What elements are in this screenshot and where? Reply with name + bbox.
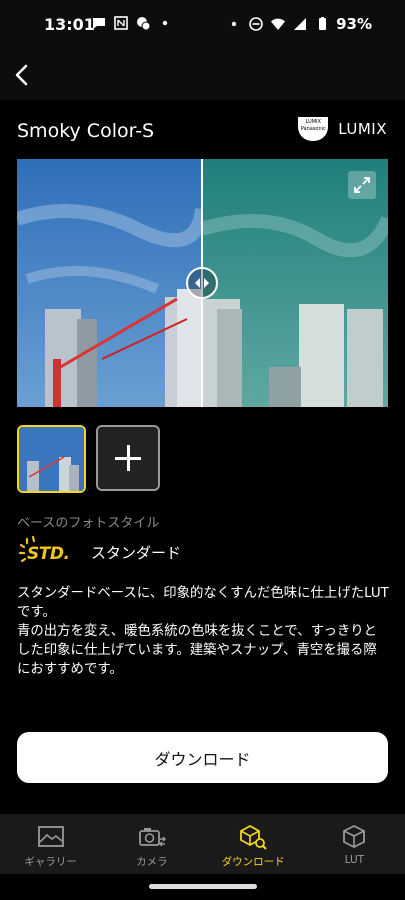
wifi-icon (271, 18, 286, 30)
page-title: Smoky Color-S (17, 120, 155, 142)
download-button[interactable]: ダウンロード (17, 732, 388, 783)
fullscreen-arrows (354, 177, 370, 193)
dot-icon (231, 21, 237, 27)
app-header (0, 50, 405, 100)
base-style-name: スタンダード (91, 543, 182, 562)
system-icons: 93% (226, 15, 372, 33)
battery-percent: 93% (336, 15, 372, 33)
nav-camera-label: カメラ (136, 856, 168, 868)
before-after-preview[interactable] (17, 159, 388, 407)
compare-slider-handle[interactable] (186, 267, 218, 299)
chevron-left-icon[interactable] (10, 62, 36, 88)
base-style-row: STD. スタンダード (17, 534, 181, 570)
lut-cube-icon (343, 824, 366, 849)
add-photo-button[interactable] (96, 425, 160, 491)
left-right-arrows-icon (195, 278, 209, 288)
nav-gallery-label: ギャラリー (24, 856, 77, 868)
expand-icon[interactable] (348, 171, 376, 199)
lumix-logo: LUMIX Panasonic (298, 117, 329, 141)
nav-download-label: ダウンロード (221, 856, 285, 868)
thumbnail-image (19, 427, 84, 491)
home-gesture-bar[interactable] (149, 884, 257, 889)
gallery-icon (37, 826, 64, 847)
nav-download[interactable]: ダウンロード (203, 814, 304, 874)
notification-icons (91, 15, 173, 31)
bottom-navigation: ギャラリー カメラ ダウンロード LUT (0, 814, 405, 874)
std-style-icon: STD. (17, 535, 75, 569)
download-search-icon (240, 824, 267, 850)
nav-camera[interactable]: カメラ (101, 814, 202, 874)
brand-badge-bottom: Panasonic (300, 126, 326, 132)
gesture-area (0, 874, 405, 900)
do-not-disturb-icon (249, 17, 263, 31)
brand-name: LUMIX (338, 120, 387, 138)
style-title-row: Smoky Color-S LUMIX Panasonic LUMIX (0, 112, 405, 150)
battery-icon (319, 17, 327, 30)
photo-thumbnails (17, 425, 160, 493)
nav-lut[interactable]: LUT (304, 814, 405, 874)
description-line-1: スタンダードベースに、印象的なくすんだ色味に仕上げたLUTです。 (17, 586, 389, 620)
status-bar: 13:01 93% (0, 0, 405, 50)
dot-icon (162, 20, 168, 26)
signal-icon (294, 18, 307, 30)
status-time: 13:01 (44, 15, 95, 34)
nav-gallery[interactable]: ギャラリー (0, 814, 101, 874)
brand: LUMIX Panasonic LUMIX (298, 117, 387, 141)
notion-icon (114, 16, 128, 30)
chat-app-icon (137, 17, 151, 31)
camera-icon (138, 828, 166, 847)
chat-bubble-icon (93, 18, 105, 29)
description-line-2: 青の出方を変え、暖色系統の色味を抜くことで、すっきりとした印象に仕上げています。… (17, 624, 378, 677)
nav-lut-label: LUT (344, 854, 365, 866)
style-description: スタンダードベースに、印象的なくすんだ色味に仕上げたLUTです。 青の出方を変え… (17, 584, 389, 679)
selected-photo-thumbnail[interactable] (17, 425, 86, 493)
base-style-label: ベースのフォトスタイル (17, 516, 160, 531)
brand-badge-top: LUMIX (305, 119, 321, 125)
std-logo-text: STD. (27, 544, 70, 564)
